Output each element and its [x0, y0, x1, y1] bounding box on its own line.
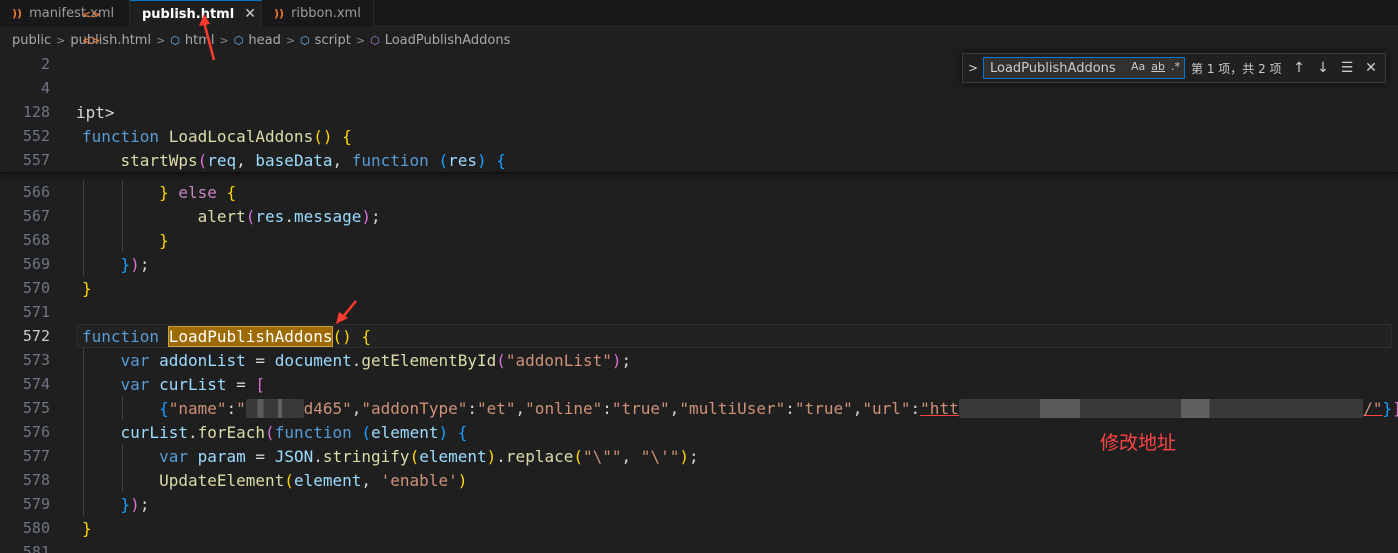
breadcrumb-item-public[interactable]: public — [12, 33, 51, 48]
breadcrumb-label: head — [248, 32, 281, 48]
code-editor[interactable]: 2 4 128 ipt> 552 function LoadLocalAddons(… — [0, 52, 1398, 553]
breadcrumb-label: script — [314, 32, 351, 48]
line-number: 4 — [40, 79, 50, 97]
line-number: 2 — [40, 55, 50, 73]
indent-guide — [83, 348, 84, 516]
code-line: 570} — [0, 276, 1398, 300]
arrow-up-icon[interactable]: ↑ — [1287, 60, 1311, 76]
indent-guide — [83, 180, 84, 276]
line-number: 567 — [22, 207, 50, 225]
code-line: 128 ipt> — [0, 100, 1398, 124]
cube-icon: ⬡ — [233, 33, 244, 47]
chevron-right-icon: > — [156, 33, 166, 47]
tab-manifest-xml[interactable]: )) manifest.xml — [0, 0, 130, 27]
line-number: 573 — [22, 351, 50, 369]
line-number: 570 — [22, 279, 50, 297]
code-line: 568 } — [0, 228, 1398, 252]
red-arrow-icon — [336, 300, 357, 324]
line-number: 580 — [22, 519, 50, 537]
line-number: 579 — [22, 495, 50, 513]
indent-guide — [122, 444, 123, 492]
html-code-icon: <> — [82, 7, 101, 21]
code-line: 566 } else { — [0, 180, 1398, 204]
line-number: 128 — [22, 103, 50, 121]
close-icon[interactable]: ✕ — [244, 6, 256, 22]
code-line: 567 alert(res.message); — [0, 204, 1398, 228]
code-line: 579 }); — [0, 492, 1398, 516]
code-line: 571 — [0, 300, 1398, 324]
code-line: 581 — [0, 540, 1398, 553]
search-match-highlight: LoadPublishAddons — [167, 325, 334, 347]
chevron-right-icon: > — [355, 33, 366, 47]
code-line: 580} — [0, 516, 1398, 540]
rss-icon: )) — [12, 7, 23, 20]
code-line: 574 var curList = [ — [0, 372, 1398, 396]
use-regex-toggle[interactable]: .* — [1171, 60, 1180, 73]
arrow-down-icon[interactable]: ↓ — [1311, 60, 1335, 76]
code-line: 578 UpdateElement(element, 'enable') — [0, 468, 1398, 492]
breadcrumb-item-file[interactable]: <> publish.html — [70, 33, 151, 48]
chevron-right-icon: > — [56, 33, 66, 47]
find-widget: > LoadPublishAddons Aa ab .* 第 1 项，共 2 项… — [962, 53, 1386, 83]
match-case-toggle[interactable]: Aa — [1131, 60, 1145, 73]
line-number: 566 — [22, 183, 50, 201]
line-number: 557 — [22, 151, 50, 169]
rss-icon: )) — [274, 7, 285, 20]
cube-icon: ⬡ — [300, 33, 310, 47]
chevron-right-icon[interactable]: > — [963, 61, 983, 75]
annotation-label: 修改地址 — [1100, 432, 1177, 454]
find-in-selection-icon[interactable]: ☰ — [1335, 60, 1359, 76]
line-number: 581 — [22, 543, 50, 553]
code-line-current: 572 function LoadPublishAddons() { — [0, 324, 1398, 348]
tab-label: publish.html — [142, 6, 235, 22]
breadcrumb-item-script[interactable]: ⬡ script — [300, 33, 351, 48]
breadcrumb-item-head[interactable]: ⬡ head — [234, 33, 281, 48]
code-line: 569 }); — [0, 252, 1398, 276]
code-line: 557 startWps(req, baseData, function (re… — [0, 148, 1398, 172]
line-number: 576 — [22, 423, 50, 441]
breadcrumb-item-function[interactable]: ⬡ LoadPublishAddons — [370, 33, 510, 48]
line-number: 577 — [22, 447, 50, 465]
line-number: 569 — [22, 255, 50, 273]
line-number: 552 — [22, 127, 50, 145]
breadcrumb-label: public — [12, 32, 52, 48]
chevron-right-icon: > — [219, 33, 229, 47]
tab-label: ribbon.xml — [291, 6, 361, 21]
find-query: LoadPublishAddons — [990, 60, 1116, 76]
html-code-icon: <> — [82, 33, 101, 47]
code-line: 576 curList.forEach(function (element) { — [0, 420, 1398, 444]
function-cube-icon: ⬡ — [370, 33, 380, 47]
code-line: 577 var param = JSON.stringify(element).… — [0, 444, 1398, 468]
breadcrumb-label: LoadPublishAddons — [384, 32, 511, 48]
match-count: 第 1 项，共 2 项 — [1191, 61, 1282, 76]
code-line: 552 function LoadLocalAddons() { — [0, 124, 1398, 148]
line-number: 571 — [22, 303, 50, 321]
indent-guide — [122, 180, 123, 252]
indent-guide — [122, 396, 123, 420]
line-number: 578 — [22, 471, 50, 489]
close-icon[interactable]: ✕ — [1359, 60, 1383, 76]
cube-icon: ⬡ — [170, 33, 180, 47]
line-number: 572 — [22, 327, 50, 345]
match-whole-word-toggle[interactable]: ab — [1151, 60, 1165, 73]
tab-ribbon-xml[interactable]: )) ribbon.xml — [262, 0, 374, 27]
find-input[interactable]: LoadPublishAddons Aa ab .* — [983, 57, 1185, 79]
sticky-scroll-divider — [0, 172, 1398, 174]
code-line: 573 var addonList = document.getElementB… — [0, 348, 1398, 372]
line-number: 568 — [22, 231, 50, 249]
tab-label: manifest.xml — [29, 6, 115, 21]
line-number: 575 — [22, 399, 50, 417]
line-number: 574 — [22, 375, 50, 393]
chevron-right-icon: > — [285, 33, 296, 47]
code-line: 575 {"name":"xxxxxxd465","addonType":"et… — [0, 396, 1398, 420]
